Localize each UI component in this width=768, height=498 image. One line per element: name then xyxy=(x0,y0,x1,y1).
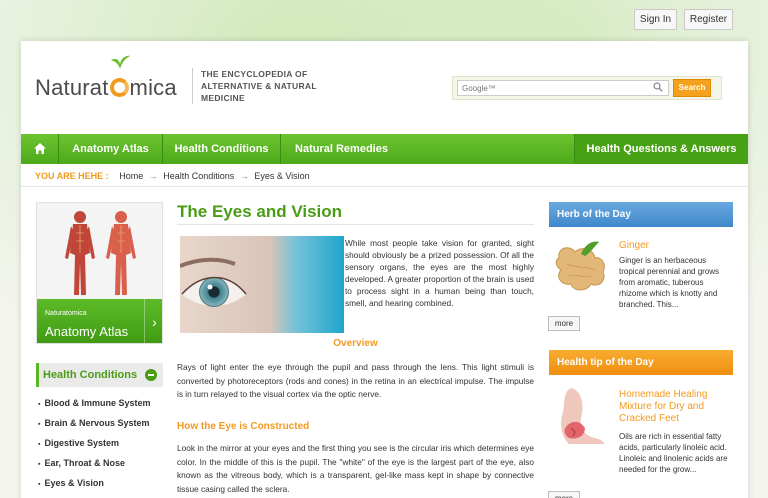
body-paragraph: Look in the mirror at your eyes and the … xyxy=(177,443,534,494)
condition-link[interactable]: Blood & Immune System xyxy=(38,393,165,413)
logo-o-icon xyxy=(109,78,129,97)
search-button[interactable]: Search xyxy=(673,79,711,97)
logo-text-right: mica xyxy=(129,75,177,100)
chevron-right-icon[interactable]: › xyxy=(144,299,162,343)
condition-link[interactable]: Ear, Throat & Nose xyxy=(38,453,165,473)
collapse-icon[interactable] xyxy=(145,369,157,381)
divider xyxy=(21,186,748,187)
health-tip-header: Health tip of the Day xyxy=(549,350,733,375)
health-tip-link[interactable]: Homemade Healing Mixture for Dry and Cra… xyxy=(619,389,729,425)
atlas-banner: Naturatomica Anatomy Atlas › xyxy=(37,299,162,343)
health-conditions-title: Health Conditions xyxy=(43,369,138,381)
conditions-list: Blood & Immune System Brain & Nervous Sy… xyxy=(38,393,165,493)
overview-heading: Overview xyxy=(333,338,378,349)
herb-name-link[interactable]: Ginger xyxy=(619,240,649,252)
atlas-brand: Naturatomica xyxy=(45,310,87,317)
condition-link[interactable]: Eyes & Vision xyxy=(38,473,165,493)
anatomy-atlas-promo[interactable]: Naturatomica Anatomy Atlas › xyxy=(36,202,163,344)
nav-anatomy-atlas[interactable]: Anatomy Atlas xyxy=(59,134,163,164)
tip-more-button[interactable]: more xyxy=(548,491,580,498)
nav-health-qa[interactable]: Health Questions & Answers xyxy=(574,134,748,164)
ginger-image xyxy=(551,238,613,298)
magnifier-icon xyxy=(653,82,663,92)
anatomy-figures-image xyxy=(37,203,162,298)
site-tagline: THE ENCYCLOPEDIA OF ALTERNATIVE & NATURA… xyxy=(192,68,332,104)
herb-of-the-day-header: Herb of the Day xyxy=(549,202,733,227)
herb-description: Ginger is an herbaceous tropical perenni… xyxy=(619,256,720,309)
main-nav: Anatomy Atlas Health Conditions Natural … xyxy=(21,134,748,164)
page-title: The Eyes and Vision xyxy=(177,202,343,221)
breadcrumb: YOU ARE HEHE : Home → Health Conditions … xyxy=(35,171,310,181)
herb-more-button[interactable]: more xyxy=(548,316,580,331)
condition-link[interactable]: Brain & Nervous System xyxy=(38,413,165,433)
section-heading: How the Eye is Constructed xyxy=(177,421,310,432)
nav-natural-remedies[interactable]: Natural Remedies xyxy=(281,134,402,164)
nav-health-conditions[interactable]: Health Conditions xyxy=(163,134,281,164)
breadcrumb-lead: YOU ARE HEHE : xyxy=(35,171,109,181)
health-conditions-header[interactable]: Health Conditions xyxy=(36,363,163,387)
intro-paragraph: While most people take vision for grante… xyxy=(345,238,534,308)
search-bar: Search xyxy=(452,76,722,100)
breadcrumb-health-conditions[interactable]: Health Conditions xyxy=(163,171,234,181)
health-tip-description: Oils are rich in essential fatty acids, … xyxy=(619,432,728,474)
cracked-feet-image xyxy=(551,384,613,444)
sign-in-button[interactable]: Sign In xyxy=(634,9,677,30)
atlas-title: Anatomy Atlas xyxy=(45,324,129,339)
nav-home[interactable] xyxy=(21,134,59,164)
register-button[interactable]: Register xyxy=(684,9,733,30)
search-input[interactable] xyxy=(457,80,669,96)
breadcrumb-separator: → xyxy=(148,171,158,181)
breadcrumb-current: Eyes & Vision xyxy=(254,171,310,181)
breadcrumb-home[interactable]: Home xyxy=(119,171,143,181)
home-icon xyxy=(34,143,46,154)
body-paragraph: Rays of light enter the eye through the … xyxy=(177,362,534,399)
eye-photo xyxy=(180,236,344,333)
page-container: Naturat mica THE ENCYCLOPEDIA OF ALTERNAT… xyxy=(21,41,748,498)
breadcrumb-separator: → xyxy=(239,171,249,181)
title-divider xyxy=(177,224,534,225)
site-logo[interactable]: Naturat mica xyxy=(35,75,177,101)
logo-text-left: Naturat xyxy=(35,75,109,100)
condition-link[interactable]: Digestive System xyxy=(38,433,165,453)
leaf-icon xyxy=(111,55,130,69)
